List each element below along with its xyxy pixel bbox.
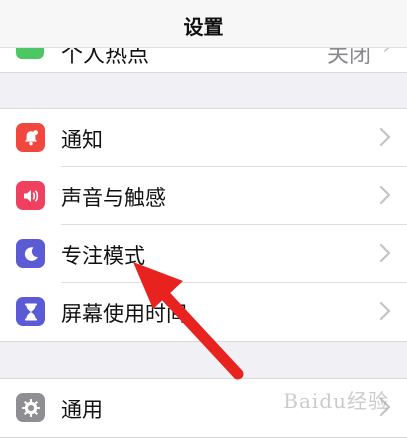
settings-item-label: 通知 bbox=[61, 128, 103, 152]
settings-item-label: 专注模式 bbox=[61, 244, 145, 268]
chevron-right-icon bbox=[379, 185, 391, 205]
gear-icon bbox=[16, 393, 45, 422]
bell-icon bbox=[16, 123, 45, 152]
watermark-logo: Baidu经验 bbox=[283, 389, 389, 413]
settings-item-sounds-haptics[interactable]: 声音与触感 bbox=[0, 167, 407, 225]
hotspot-icon bbox=[16, 47, 44, 59]
hourglass-icon bbox=[16, 297, 45, 326]
chevron-right-icon bbox=[379, 301, 391, 321]
chevron-right-icon bbox=[379, 243, 391, 263]
settings-item-focus[interactable]: 专注模式 bbox=[0, 225, 407, 283]
page-title: 设置 bbox=[183, 15, 224, 39]
settings-item-hotspot-value: 关闭 bbox=[326, 47, 371, 68]
settings-item-hotspot-label[interactable]: 个人热点 bbox=[61, 47, 149, 69]
settings-item-screen-time[interactable]: 屏幕使用时间 bbox=[0, 283, 407, 341]
settings-item-label: 屏幕使用时间 bbox=[61, 302, 187, 326]
settings-group-notifications: 通知 声音与触感 专注模式 屏幕使用时间 bbox=[0, 108, 407, 342]
navigation-bar: 设置 bbox=[0, 0, 407, 48]
settings-group-connectivity: 个人热点 关闭 › bbox=[0, 47, 407, 73]
moon-icon bbox=[16, 239, 45, 268]
settings-item-label: 通用 bbox=[61, 398, 103, 422]
settings-item-label: 声音与触感 bbox=[61, 186, 166, 210]
settings-item-notifications[interactable]: 通知 bbox=[0, 109, 407, 167]
chevron-right-icon: › bbox=[382, 47, 391, 60]
speaker-icon bbox=[16, 181, 45, 210]
chevron-right-icon bbox=[379, 127, 391, 147]
